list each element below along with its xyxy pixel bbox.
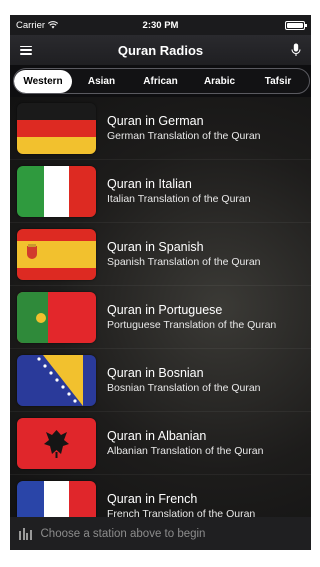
nav-bar: Quran Radios bbox=[10, 35, 311, 65]
hamburger-menu-icon[interactable] bbox=[20, 45, 32, 55]
station-list: Quran in German German Translation of th… bbox=[10, 97, 311, 517]
carrier-label: Carrier bbox=[16, 19, 46, 31]
station-title: Quran in Albanian bbox=[107, 429, 207, 443]
station-item-portuguese[interactable]: Quran in Portuguese Portuguese Translati… bbox=[10, 286, 311, 349]
station-item-spanish[interactable]: Quran in Spanish Spanish Translation of … bbox=[10, 223, 311, 286]
tab-arabic[interactable]: Arabic bbox=[190, 70, 249, 93]
status-left: Carrier bbox=[16, 19, 59, 31]
category-tabs: Western Asian African Arabic Tafsir bbox=[13, 68, 310, 94]
equalizer-icon bbox=[19, 527, 32, 540]
tab-asian[interactable]: Asian bbox=[72, 70, 131, 93]
station-subtitle: Bosnian Translation of the Quran bbox=[107, 382, 261, 394]
italy-flag-icon bbox=[17, 166, 96, 217]
station-title: Quran in French bbox=[107, 492, 198, 506]
station-title: Quran in Spanish bbox=[107, 240, 204, 254]
station-text: Quran in Portuguese Portuguese Translati… bbox=[107, 302, 276, 332]
station-item-albanian[interactable]: Quran in Albanian Albanian Translation o… bbox=[10, 412, 311, 475]
station-text: Quran in Bosnian Bosnian Translation of … bbox=[107, 365, 261, 395]
station-subtitle: Portuguese Translation of the Quran bbox=[107, 319, 277, 331]
app-screen: Carrier 2:30 PM Quran Radios Western Asi… bbox=[10, 15, 311, 550]
station-text: Quran in German German Translation of th… bbox=[107, 113, 261, 143]
station-subtitle: Spanish Translation of the Quran bbox=[107, 256, 261, 268]
station-subtitle: German Translation of the Quran bbox=[107, 130, 261, 142]
status-bar: Carrier 2:30 PM bbox=[10, 15, 311, 35]
station-title: Quran in German bbox=[107, 114, 204, 128]
page-title: Quran Radios bbox=[117, 42, 204, 58]
portugal-flag-icon bbox=[17, 292, 96, 343]
player-placeholder: Choose a station above to begin bbox=[40, 527, 206, 540]
station-item-german[interactable]: Quran in German German Translation of th… bbox=[10, 97, 311, 160]
station-text: Quran in Italian Italian Translation of … bbox=[107, 176, 251, 206]
station-text: Quran in Spanish Spanish Translation of … bbox=[107, 239, 261, 269]
station-subtitle: Albanian Translation of the Quran bbox=[107, 445, 264, 457]
wifi-icon bbox=[48, 21, 59, 29]
station-item-italian[interactable]: Quran in Italian Italian Translation of … bbox=[10, 160, 311, 223]
microphone-icon[interactable] bbox=[291, 43, 301, 57]
station-text: Quran in Albanian Albanian Translation o… bbox=[107, 428, 263, 458]
station-item-bosnian[interactable]: Quran in Bosnian Bosnian Translation of … bbox=[10, 349, 311, 412]
tab-african[interactable]: African bbox=[131, 70, 190, 93]
germany-flag-icon bbox=[17, 103, 96, 154]
station-title: Quran in Portuguese bbox=[107, 303, 223, 317]
station-subtitle: French Translation of the Quran bbox=[107, 508, 256, 517]
station-text: Quran in French French Translation of th… bbox=[107, 491, 255, 517]
station-subtitle: Italian Translation of the Quran bbox=[107, 193, 251, 205]
station-title: Quran in Italian bbox=[107, 177, 192, 191]
player-bar: Choose a station above to begin bbox=[10, 517, 311, 550]
category-tabs-bar: Western Asian African Arabic Tafsir bbox=[10, 65, 311, 97]
bosnia-flag-icon bbox=[17, 355, 96, 406]
spain-flag-icon bbox=[17, 229, 96, 280]
albania-flag-icon bbox=[17, 418, 96, 469]
battery-icon bbox=[285, 20, 307, 30]
station-item-french[interactable]: Quran in French French Translation of th… bbox=[10, 475, 311, 517]
france-flag-icon bbox=[17, 481, 96, 517]
station-title: Quran in Bosnian bbox=[107, 366, 204, 380]
tab-tafsir[interactable]: Tafsir bbox=[249, 70, 307, 93]
tab-western[interactable]: Western bbox=[14, 69, 72, 93]
